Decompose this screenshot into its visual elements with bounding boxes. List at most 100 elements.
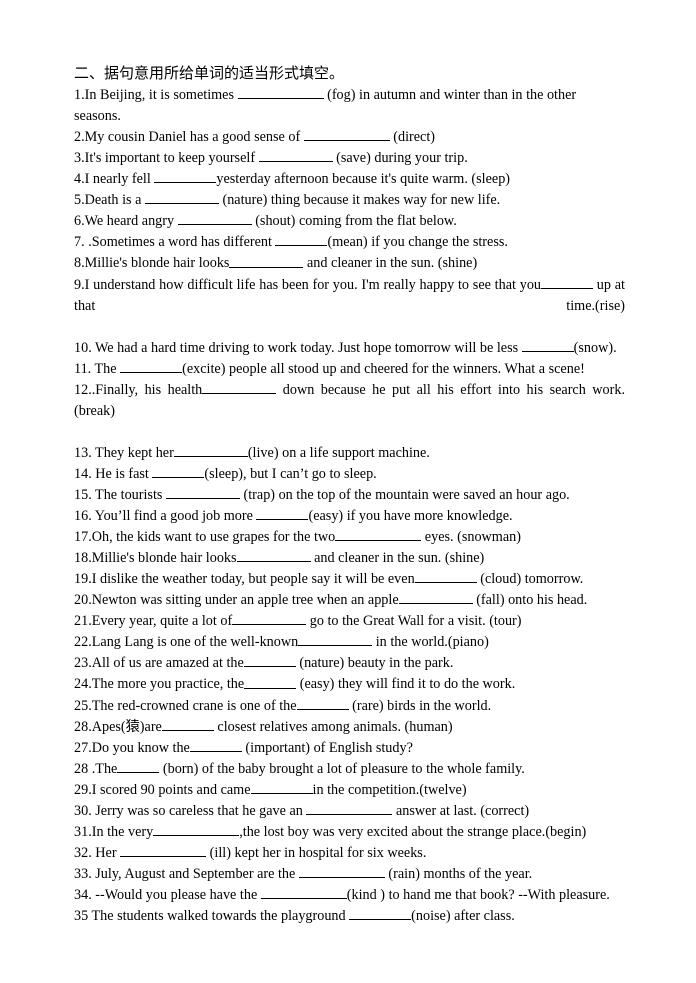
item-number: 31. bbox=[74, 823, 92, 840]
item-text: yesterday afternoon because it's quite w… bbox=[216, 171, 511, 188]
answer-blank[interactable] bbox=[260, 885, 347, 900]
item-text: Every year, quite a lot of bbox=[91, 613, 233, 630]
item-text: I scored 90 points and came bbox=[91, 781, 251, 798]
exercise-item: 30. Jerry was so careless that he gave a… bbox=[74, 801, 625, 822]
item-text: Sometimes a word has different bbox=[91, 234, 276, 251]
item-text: In Beijing, it is sometimes bbox=[84, 87, 238, 104]
item-text: Do you know the bbox=[91, 739, 190, 756]
answer-blank[interactable] bbox=[303, 127, 390, 142]
item-number: 4. bbox=[74, 171, 85, 188]
item-text: Death is a bbox=[84, 192, 145, 209]
item-number: 21. bbox=[74, 613, 92, 630]
item-text: (cloud) tomorrow. bbox=[476, 571, 584, 588]
item-text: (easy) if you have more knowledge. bbox=[308, 508, 513, 524]
answer-blank[interactable] bbox=[177, 211, 252, 226]
answer-blank[interactable] bbox=[256, 506, 309, 520]
exercise-item: 15. The tourists (trap) on the top of th… bbox=[74, 485, 625, 506]
item-number: 11. bbox=[74, 360, 95, 377]
answer-blank[interactable] bbox=[152, 464, 205, 478]
item-text: You’ll find a good job more bbox=[94, 508, 257, 524]
answer-blank[interactable] bbox=[117, 759, 160, 773]
section-heading: 二、据句意用所给单词的适当形式填空。 bbox=[74, 66, 345, 82]
answer-blank[interactable] bbox=[243, 653, 296, 668]
item-text: Millie's blonde hair looks bbox=[91, 550, 237, 567]
exercise-item: 25.The red-crowned crane is one of the (… bbox=[74, 696, 625, 717]
exercise-item: 22.Lang Lang is one of the well-known in… bbox=[74, 632, 625, 653]
answer-blank[interactable] bbox=[250, 780, 313, 794]
item-text: (important) of English study? bbox=[241, 739, 413, 756]
answer-blank[interactable] bbox=[161, 717, 214, 731]
answer-blank[interactable] bbox=[521, 338, 574, 352]
item-text: (direct) bbox=[389, 129, 436, 146]
answer-blank[interactable] bbox=[298, 864, 385, 879]
item-text: --Would you please have the bbox=[95, 887, 261, 904]
answer-blank[interactable] bbox=[229, 253, 304, 268]
item-number: 32. bbox=[74, 845, 96, 861]
answer-blank[interactable] bbox=[335, 527, 422, 542]
answer-blank[interactable] bbox=[296, 696, 349, 710]
item-number: 30. bbox=[74, 802, 96, 819]
answer-blank[interactable] bbox=[244, 674, 297, 689]
item-text: We heard angry bbox=[84, 213, 178, 230]
answer-blank[interactable] bbox=[236, 548, 311, 563]
item-text: The bbox=[95, 760, 118, 777]
exercise-item: 17.Oh, the kids want to use grapes for t… bbox=[74, 527, 625, 548]
item-number: 17. bbox=[74, 529, 92, 546]
item-number: 16. bbox=[74, 508, 95, 524]
item-text: All of us are amazed at the bbox=[91, 655, 244, 672]
item-number: 2. bbox=[74, 129, 85, 146]
item-number: 15. bbox=[74, 486, 96, 503]
item-text: (nature) thing because it makes way for … bbox=[218, 192, 501, 209]
exercise-item: 1.In Beijing, it is sometimes (fog) in a… bbox=[74, 85, 625, 127]
answer-blank[interactable] bbox=[189, 738, 242, 752]
item-text: ,the lost boy was very excited about the… bbox=[239, 823, 587, 840]
item-text: (rain) months of the year. bbox=[384, 866, 533, 883]
answer-blank[interactable] bbox=[258, 148, 333, 163]
worksheet-page: 二、据句意用所给单词的适当形式填空。 1.In Beijing, it is s… bbox=[74, 64, 625, 927]
answer-blank[interactable] bbox=[232, 611, 307, 626]
answer-blank[interactable] bbox=[237, 85, 324, 100]
exercise-item: 9.I understand how difficult life has be… bbox=[74, 275, 625, 338]
answer-blank[interactable] bbox=[165, 485, 240, 499]
exercise-item: 19.I dislike the weather today, but peop… bbox=[74, 569, 625, 590]
answer-blank[interactable] bbox=[306, 801, 393, 815]
item-text: go to the Great Wall for a visit. (tour) bbox=[306, 613, 522, 630]
item-number: 1. bbox=[74, 87, 85, 104]
item-number: 5. bbox=[74, 192, 85, 209]
answer-blank[interactable] bbox=[144, 190, 219, 205]
item-text: It's important to keep yourself bbox=[84, 150, 259, 167]
answer-blank[interactable] bbox=[173, 443, 248, 457]
item-text: Jerry was so careless that he gave an bbox=[95, 802, 307, 819]
exercise-item: 35 The students walked towards the playg… bbox=[74, 906, 625, 927]
item-number: 19. bbox=[74, 571, 92, 588]
exercise-item: 27.Do you know the (important) of Englis… bbox=[74, 738, 625, 759]
answer-blank[interactable] bbox=[298, 632, 373, 647]
item-text: The students walked towards the playgrou… bbox=[91, 908, 350, 925]
answer-blank[interactable] bbox=[414, 569, 477, 584]
item-text: Oh, the kids want to use grapes for the … bbox=[91, 529, 336, 546]
item-text: Newton was sitting under an apple tree w… bbox=[91, 592, 399, 609]
item-number: 35 bbox=[74, 908, 92, 925]
answer-blank[interactable] bbox=[202, 380, 277, 394]
item-text: In the very bbox=[91, 823, 154, 840]
item-text: The more you practice, the bbox=[91, 676, 245, 693]
answer-blank[interactable] bbox=[120, 843, 207, 857]
answer-blank[interactable] bbox=[154, 169, 217, 184]
answer-blank[interactable] bbox=[275, 232, 328, 247]
answer-blank[interactable] bbox=[153, 822, 240, 836]
item-text: (mean) if you change the stress. bbox=[327, 234, 508, 251]
answer-blank[interactable] bbox=[120, 359, 183, 373]
exercise-item: 11. The (excite) people all stood up and… bbox=[74, 359, 625, 380]
exercise-item: 10. We had a hard time driving to work t… bbox=[74, 338, 625, 359]
answer-blank[interactable] bbox=[541, 275, 594, 289]
item-text: (fall) onto his head. bbox=[472, 592, 588, 609]
item-number: 34. bbox=[74, 887, 96, 904]
exercise-item: 4.I nearly fell yesterday afternoon beca… bbox=[74, 169, 625, 190]
item-text: I understand how difficult life has been… bbox=[84, 276, 542, 293]
answer-blank[interactable] bbox=[398, 590, 473, 605]
exercise-item: 21.Every year, quite a lot of go to the … bbox=[74, 611, 625, 632]
answer-blank[interactable] bbox=[349, 906, 412, 921]
exercise-item: 3.It's important to keep yourself (save)… bbox=[74, 148, 625, 169]
item-number: 24. bbox=[74, 676, 92, 693]
item-number: 8. bbox=[74, 255, 85, 272]
